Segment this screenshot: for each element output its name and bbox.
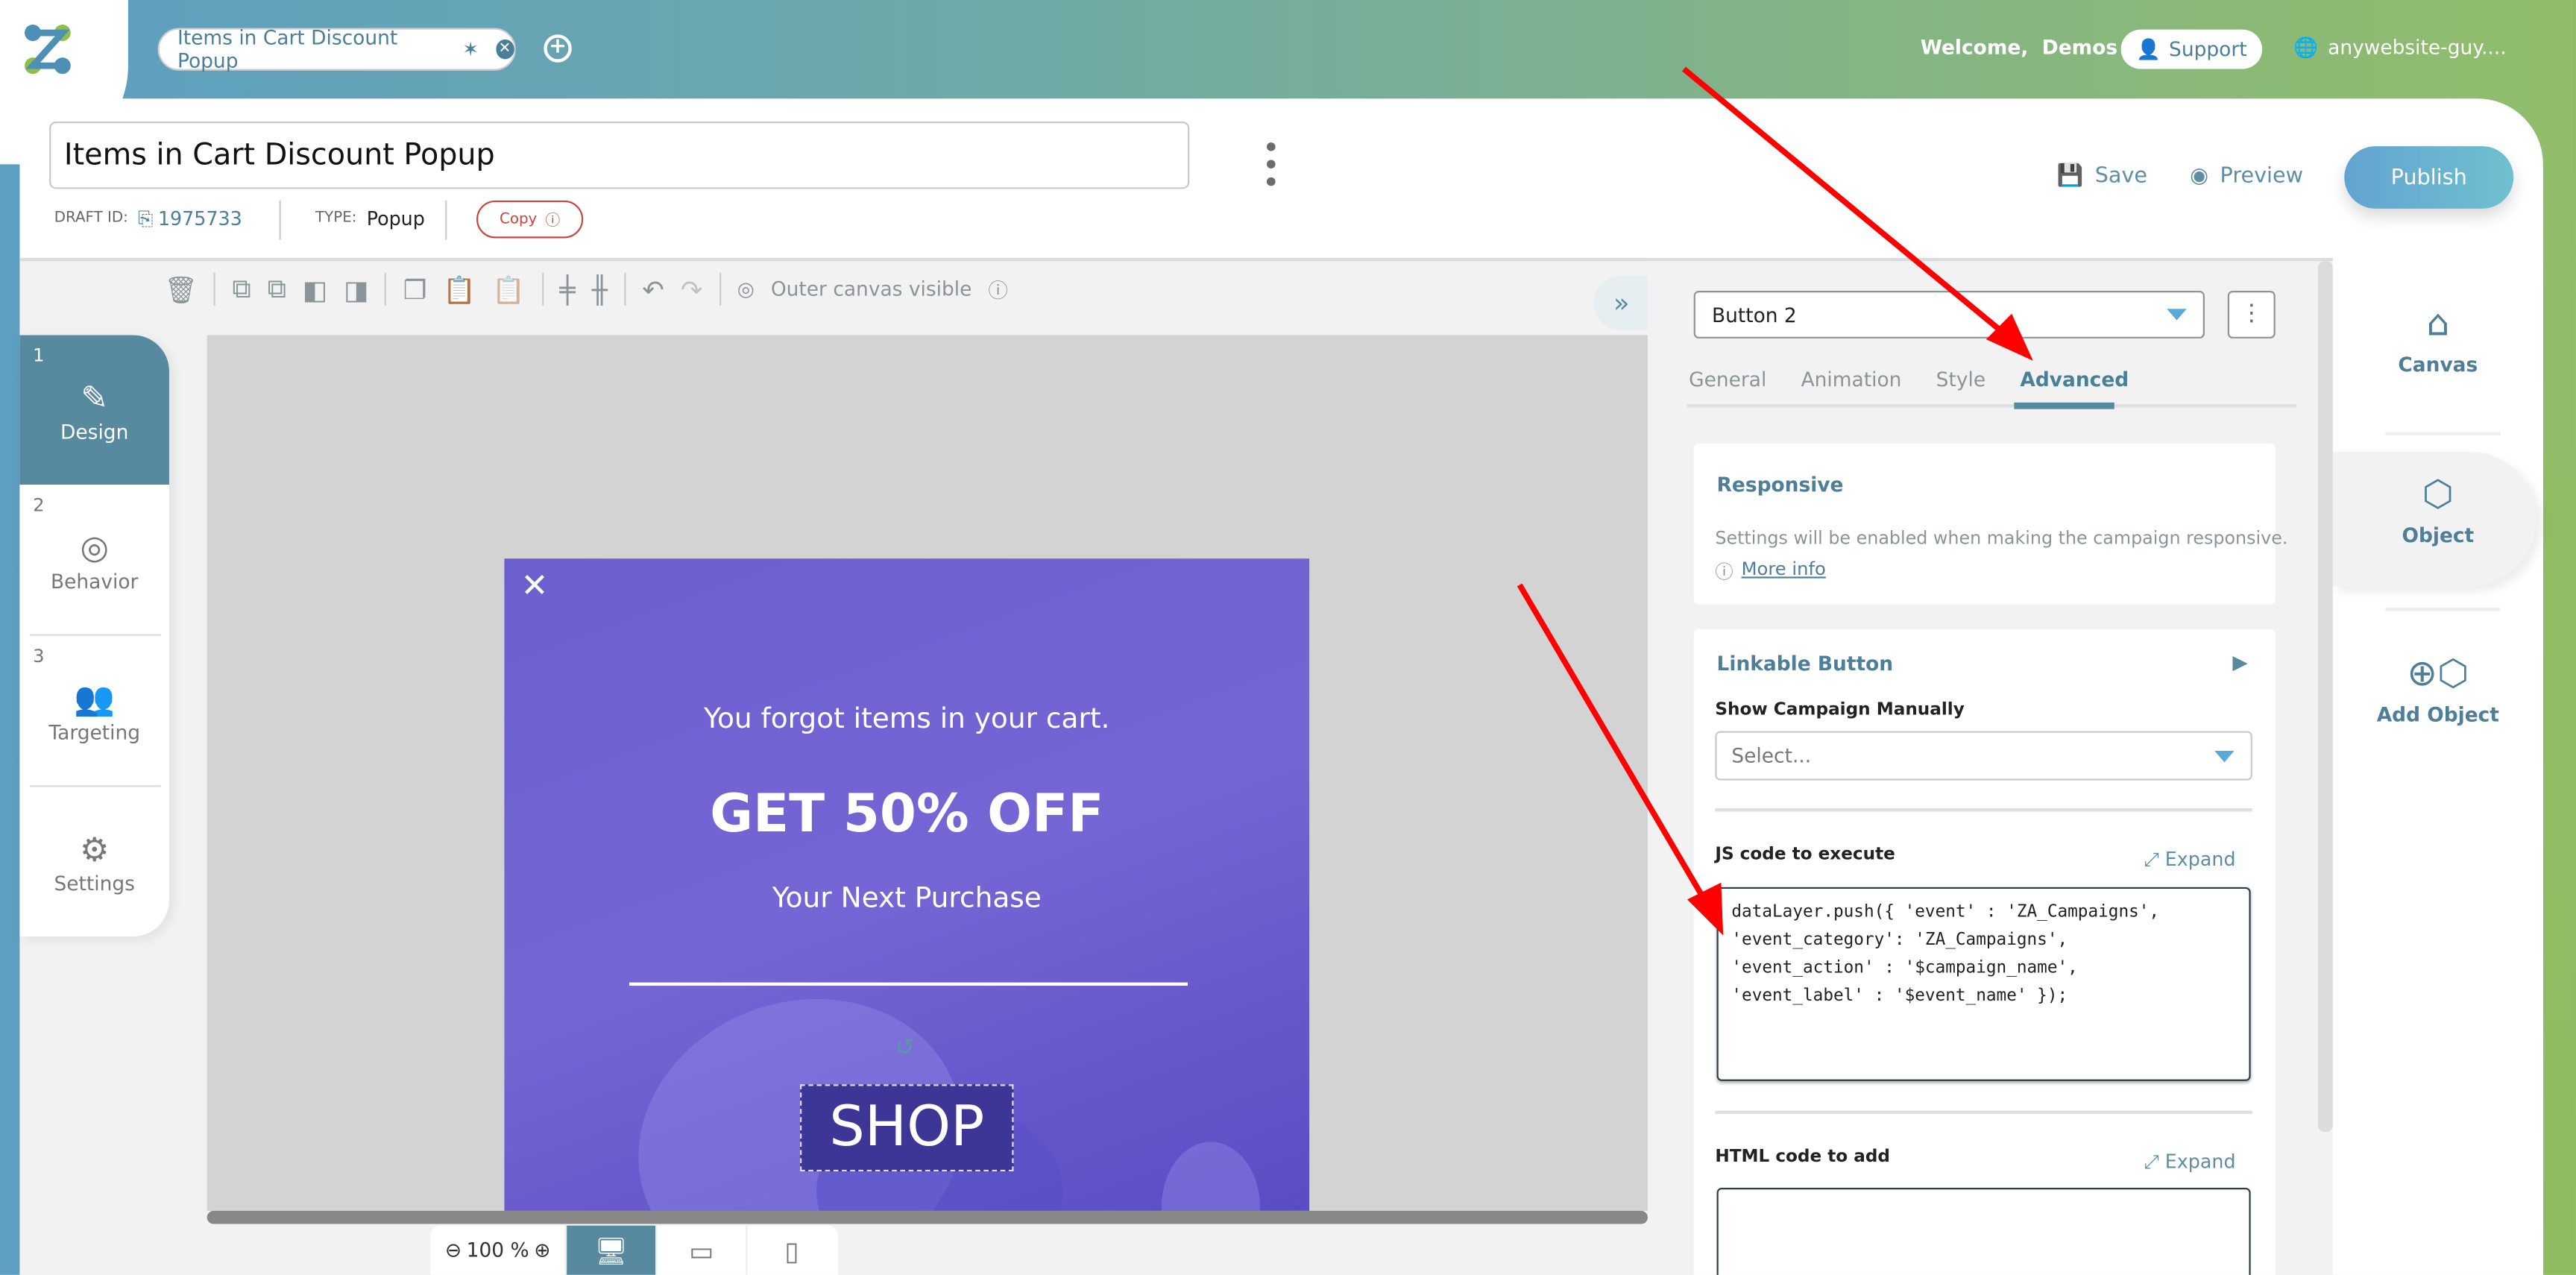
annotation-arrows	[1517, 66, 2033, 936]
app-window: Items in Cart Discount Popup ✶ ✕ + Welco…	[0, 0, 2576, 1275]
annotation-arrow	[1682, 66, 2016, 344]
annotation-arrowhead	[1687, 882, 1724, 936]
annotation-arrow	[1517, 583, 1711, 909]
